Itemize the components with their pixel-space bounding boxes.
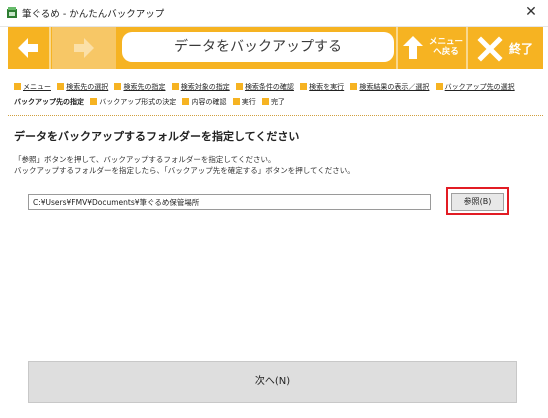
arrow-up-icon — [403, 36, 423, 59]
breadcrumb-item[interactable]: 検索結果の表示／選択 — [350, 82, 429, 92]
forward-button[interactable] — [52, 27, 116, 69]
breadcrumb-item[interactable]: バックアップ先の選択 — [435, 82, 515, 92]
breadcrumb-item[interactable]: 検索条件の確認 — [235, 82, 294, 92]
breadcrumb-item[interactable]: 検索先の選択 — [57, 82, 108, 92]
breadcrumb-item[interactable]: 検索対象の指定 — [171, 82, 230, 92]
folder-path-field[interactable]: C:¥Users¥FMV¥Documents¥筆ぐるめ保管場所 — [28, 194, 431, 210]
toolbar: データをバックアップする メニュー へ戻る 終了 — [8, 27, 543, 69]
breadcrumb-item[interactable]: 検索先の指定 — [114, 82, 165, 92]
window-title: 筆ぐるめ - かんたんバックアップ — [22, 9, 165, 20]
back-to-menu-label-line1: メニュー — [428, 37, 463, 47]
exit-button[interactable]: 終了 — [468, 27, 543, 69]
back-button[interactable] — [8, 27, 48, 69]
back-to-menu-label: メニュー へ戻る — [428, 37, 464, 57]
instruction-text: バックアップするフォルダーを指定したら、「バックアップ先を確定する」ボタンを押し… — [14, 166, 355, 175]
browse-button[interactable]: 参照(B) — [451, 193, 504, 211]
title-bar: 筆ぐるめ - かんたんバックアップ ✕ — [0, 0, 548, 27]
breadcrumb-item: 完了 — [261, 97, 285, 107]
arrow-right-icon — [74, 38, 94, 58]
back-to-menu-label-line2: へ戻る — [433, 47, 459, 57]
breadcrumb: メニュー 検索先の選択 検索先の指定 検索対象の指定 検索条件の確認 検索を実行… — [8, 71, 543, 116]
exit-label: 終了 — [509, 42, 534, 56]
breadcrumb-item: 実行 — [232, 97, 256, 107]
breadcrumb-item-current: バックアップ先の指定 — [14, 98, 84, 106]
back-to-menu-button[interactable]: メニュー へ戻る — [398, 27, 466, 69]
breadcrumb-item[interactable]: メニュー — [14, 82, 51, 92]
arrow-left-icon — [18, 38, 38, 58]
breadcrumb-row: メニュー 検索先の選択 検索先の指定 検索対象の指定 検索条件の確認 検索を実行… — [14, 82, 519, 92]
section-heading: データをバックアップするフォルダーを指定してください — [14, 130, 300, 143]
next-button[interactable]: 次へ(N) — [28, 361, 517, 403]
toolbar-divider — [49, 27, 51, 69]
page-title: データをバックアップする — [122, 32, 394, 62]
window-close-button[interactable]: ✕ — [522, 3, 540, 21]
breadcrumb-item: 内容の確認 — [182, 97, 226, 107]
breadcrumb-row: バックアップ先の指定 バックアップ形式の決定 内容の確認 実行 完了 — [14, 97, 289, 107]
breadcrumb-item[interactable]: 検索を実行 — [300, 82, 344, 92]
instruction-text: 「参照」ボタンを押して、バックアップするフォルダーを指定してください。 — [14, 155, 276, 164]
close-icon — [477, 36, 503, 62]
breadcrumb-item: バックアップ形式の決定 — [90, 97, 176, 107]
app-icon — [7, 7, 17, 18]
